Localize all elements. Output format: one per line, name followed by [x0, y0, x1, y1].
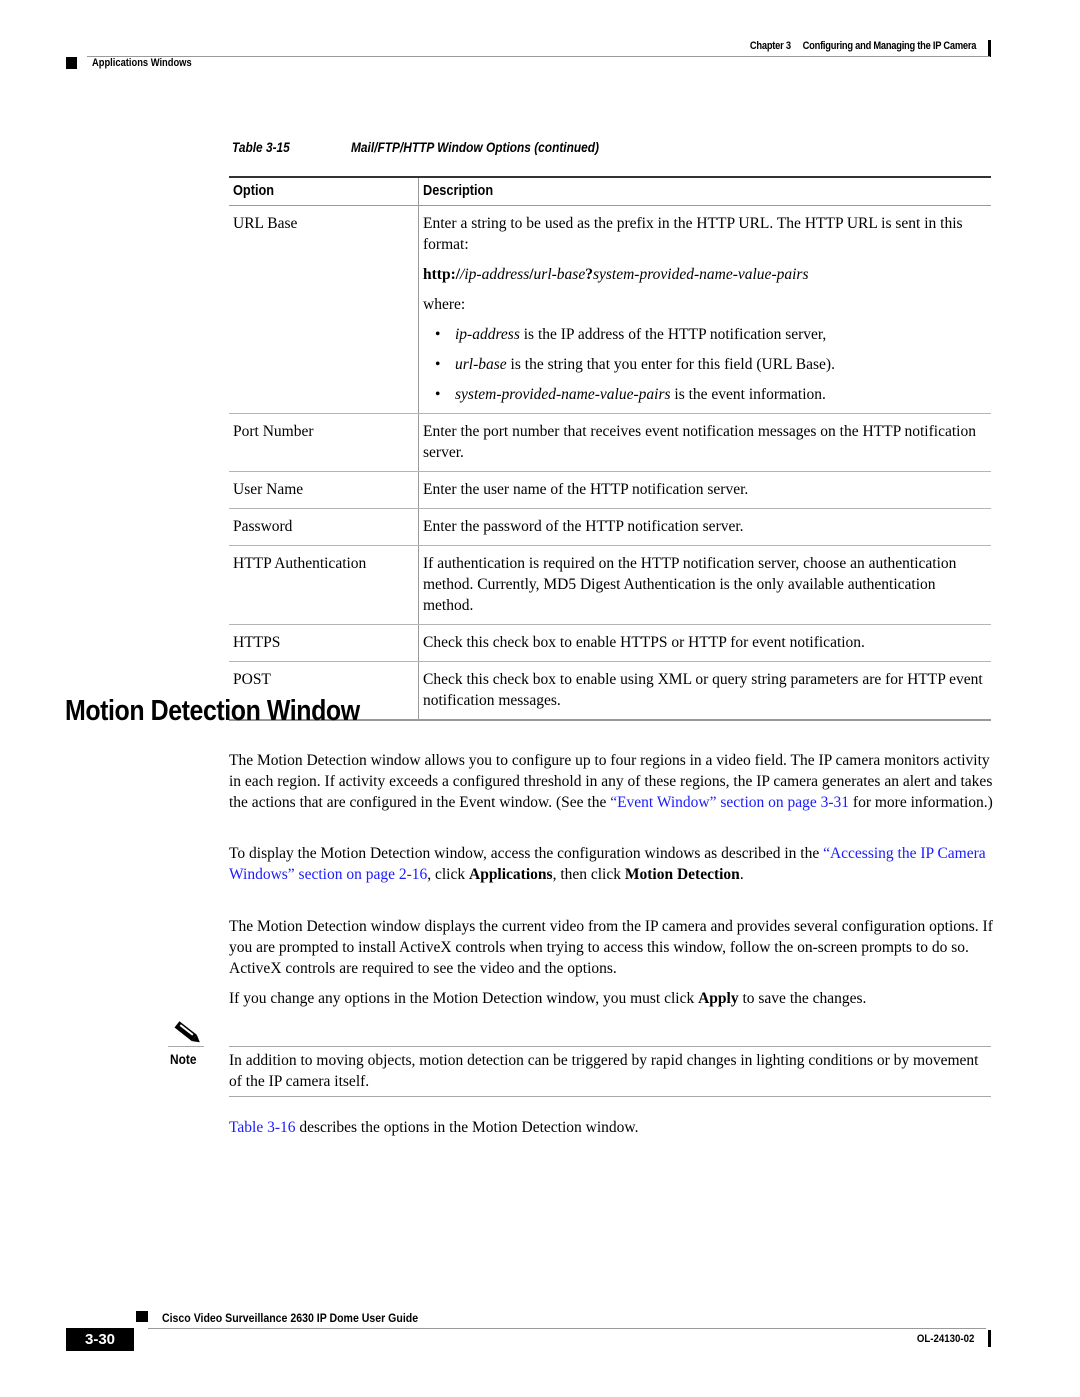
bullet-term: url-base	[455, 356, 507, 373]
chapter-title: Configuring and Managing the IP Camera	[802, 40, 976, 52]
description-text: Enter a string to be used as the prefix …	[423, 215, 963, 253]
footer-rule	[148, 1328, 986, 1329]
table-caption-title: Mail/FTP/HTTP Window Options (continued)	[351, 139, 600, 155]
paragraph-text: , then click	[552, 866, 625, 883]
table-row: Port Number Enter the port number that r…	[229, 413, 991, 472]
table-header-row: Option Description	[229, 176, 991, 206]
paragraph-text: .	[739, 866, 744, 883]
table-row: HTTP Authentication If authentication is…	[229, 545, 991, 625]
list-item: ip-address is the IP address of the HTTP…	[435, 324, 987, 345]
table-row: Password Enter the password of the HTTP …	[229, 508, 991, 546]
url-format-ip: /ip-address	[460, 266, 530, 283]
url-format-question: ?	[585, 266, 593, 283]
option-cell: User Name	[229, 471, 419, 509]
ui-term-motion-detection: Motion Detection	[624, 866, 740, 883]
description-cell: Enter the port number that receives even…	[418, 413, 991, 472]
paragraph-text: to save the changes.	[738, 990, 867, 1007]
paragraph-text: describes the options in the Motion Dete…	[295, 1119, 639, 1136]
document-number: OL-24130-02	[916, 1333, 974, 1345]
column-header-option: Option	[229, 176, 419, 206]
paragraph-activex: The Motion Detection window displays the…	[229, 916, 993, 979]
paragraph-text: , click	[427, 866, 469, 883]
where-label: where:	[423, 296, 466, 313]
column-header-description-label: Description	[423, 182, 494, 199]
where-list: ip-address is the IP address of the HTTP…	[423, 324, 987, 405]
footer-vertical-bar	[988, 1330, 991, 1347]
note-rule-top	[229, 1046, 991, 1047]
paragraph-text: If you change any options in the Motion …	[229, 990, 699, 1007]
bullet-text: is the event information.	[670, 386, 826, 403]
description-cell: Enter the password of the HTTP notificat…	[418, 508, 991, 546]
header-vertical-bar	[988, 40, 991, 57]
note-label: Note	[170, 1051, 197, 1067]
event-window-link[interactable]: “Event Window” section on page 3-31	[610, 794, 849, 811]
header-square-marker	[66, 57, 77, 69]
table-row: User Name Enter the user name of the HTT…	[229, 471, 991, 509]
option-cell: Password	[229, 508, 419, 546]
bullet-text: is the string that you enter for this fi…	[506, 356, 835, 373]
table-row: HTTPS Check this check box to enable HTT…	[229, 624, 991, 662]
column-header-option-label: Option	[233, 182, 275, 199]
bullet-term: ip-address	[455, 326, 520, 343]
note-rule-left	[168, 1046, 204, 1047]
description-cell: Check this check box to enable HTTPS or …	[418, 624, 991, 662]
description-cell: Enter a string to be used as the prefix …	[418, 205, 991, 414]
column-header-description: Description	[418, 176, 991, 206]
url-format-pairs: system-provided-name-value-pairs	[592, 266, 809, 283]
note-text: In addition to moving objects, motion de…	[229, 1052, 979, 1090]
ui-term-applications: Applications	[469, 866, 553, 883]
footer-guide-title: Cisco Video Surveillance 2630 IP Dome Us…	[162, 1311, 419, 1325]
list-item: system-provided-name-value-pairs is the …	[435, 384, 987, 405]
paragraph-text: for more information.)	[849, 794, 993, 811]
paragraph-text: To display the Motion Detection window, …	[229, 845, 824, 862]
section-title: Motion Detection Window	[65, 695, 360, 727]
note-rule-bottom	[229, 1096, 991, 1097]
chapter-number: Chapter 3	[749, 40, 791, 52]
option-cell: Port Number	[229, 413, 419, 472]
table-caption: Table 3-15 Mail/FTP/HTTP Window Options (…	[232, 139, 599, 155]
bullet-text: is the IP address of the HTTP notificati…	[519, 326, 827, 343]
paragraph-display: To display the Motion Detection window, …	[229, 843, 993, 885]
table-row: URL Base Enter a string to be used as th…	[229, 205, 991, 414]
paragraph-apply: If you change any options in the Motion …	[229, 988, 993, 1009]
table-caption-label: Table 3-15	[232, 139, 290, 155]
option-cell: URL Base	[229, 205, 419, 414]
paragraph-table-ref: Table 3-16 describes the options in the …	[229, 1117, 993, 1138]
option-cell: HTTPS	[229, 624, 419, 662]
ui-term-apply: Apply	[698, 990, 739, 1007]
description-cell: If authentication is required on the HTT…	[418, 545, 991, 625]
table-3-16-link[interactable]: Table 3-16	[229, 1119, 296, 1136]
header-rule	[87, 56, 990, 57]
description-cell: Enter the user name of the HTTP notifica…	[418, 471, 991, 509]
page-number: 3-30	[66, 1328, 134, 1351]
url-format-base: url-base	[533, 266, 586, 283]
url-format-scheme: http:/	[423, 266, 461, 283]
running-header-chapter: Chapter 3 Configuring and Managing the IP…	[749, 40, 977, 52]
bullet-term: system-provided-name-value-pairs	[455, 386, 671, 403]
running-header-section: Applications Windows	[92, 57, 192, 69]
url-format: http://ip-address/url-base?system-provid…	[423, 264, 987, 285]
paragraph-text: The Motion Detection window displays the…	[229, 918, 993, 977]
options-table: Option Description URL Base Enter a stri…	[229, 176, 991, 721]
option-cell: HTTP Authentication	[229, 545, 419, 625]
description-cell: Check this check box to enable using XML…	[418, 661, 991, 721]
footer-square-marker	[136, 1311, 148, 1322]
list-item: url-base is the string that you enter fo…	[435, 354, 987, 375]
paragraph-intro: The Motion Detection window allows you t…	[229, 750, 993, 813]
